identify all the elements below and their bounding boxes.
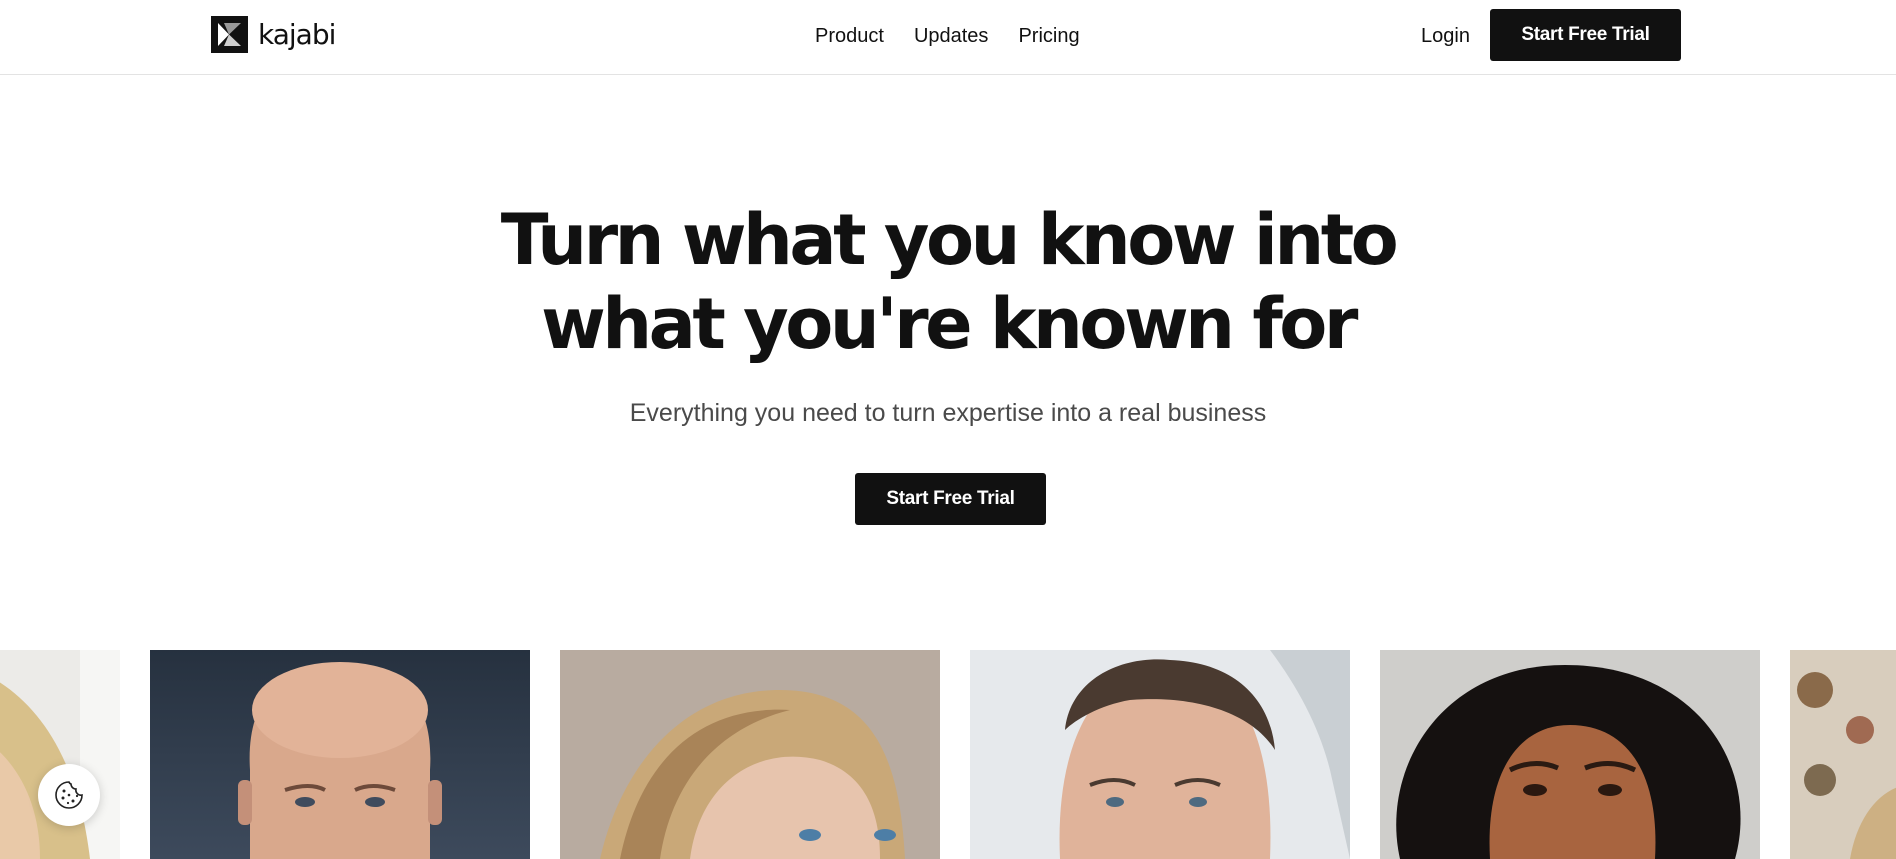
login-link[interactable]: Login	[1421, 22, 1470, 50]
hero-title-line-2: what you're known for	[541, 283, 1358, 365]
creator-photo-5	[1380, 650, 1760, 859]
creator-photo-4	[970, 650, 1350, 859]
nav-item-product[interactable]: Product	[815, 22, 884, 50]
site-header: kajabi Product Updates Pricing Login Sta…	[0, 0, 1896, 75]
hero-title-line-1: Turn what you know into	[500, 199, 1399, 281]
nav-item-updates[interactable]: Updates	[914, 22, 989, 50]
page: kajabi Product Updates Pricing Login Sta…	[0, 0, 1896, 859]
header-start-free-trial-button[interactable]: Start Free Trial	[1490, 9, 1681, 61]
nav-item-pricing[interactable]: Pricing	[1018, 22, 1079, 50]
cookie-icon	[55, 781, 83, 809]
creator-photo-6	[1790, 650, 1896, 859]
creator-photo-3	[560, 650, 940, 859]
brand-name: kajabi	[258, 17, 336, 51]
creator-photo-2	[150, 650, 530, 859]
brand-logo-link[interactable]: kajabi	[211, 16, 336, 53]
hero-subtitle: Everything you need to turn expertise in…	[629, 399, 1267, 427]
main-nav: Product Updates Pricing	[815, 22, 1080, 50]
creator-photo-1	[0, 650, 120, 859]
hero-title: Turn what you know into what you're know…	[0, 198, 1896, 366]
cookie-settings-button[interactable]	[38, 764, 100, 826]
kajabi-logo-icon	[211, 16, 248, 53]
hero-start-free-trial-button[interactable]: Start Free Trial	[855, 473, 1046, 525]
